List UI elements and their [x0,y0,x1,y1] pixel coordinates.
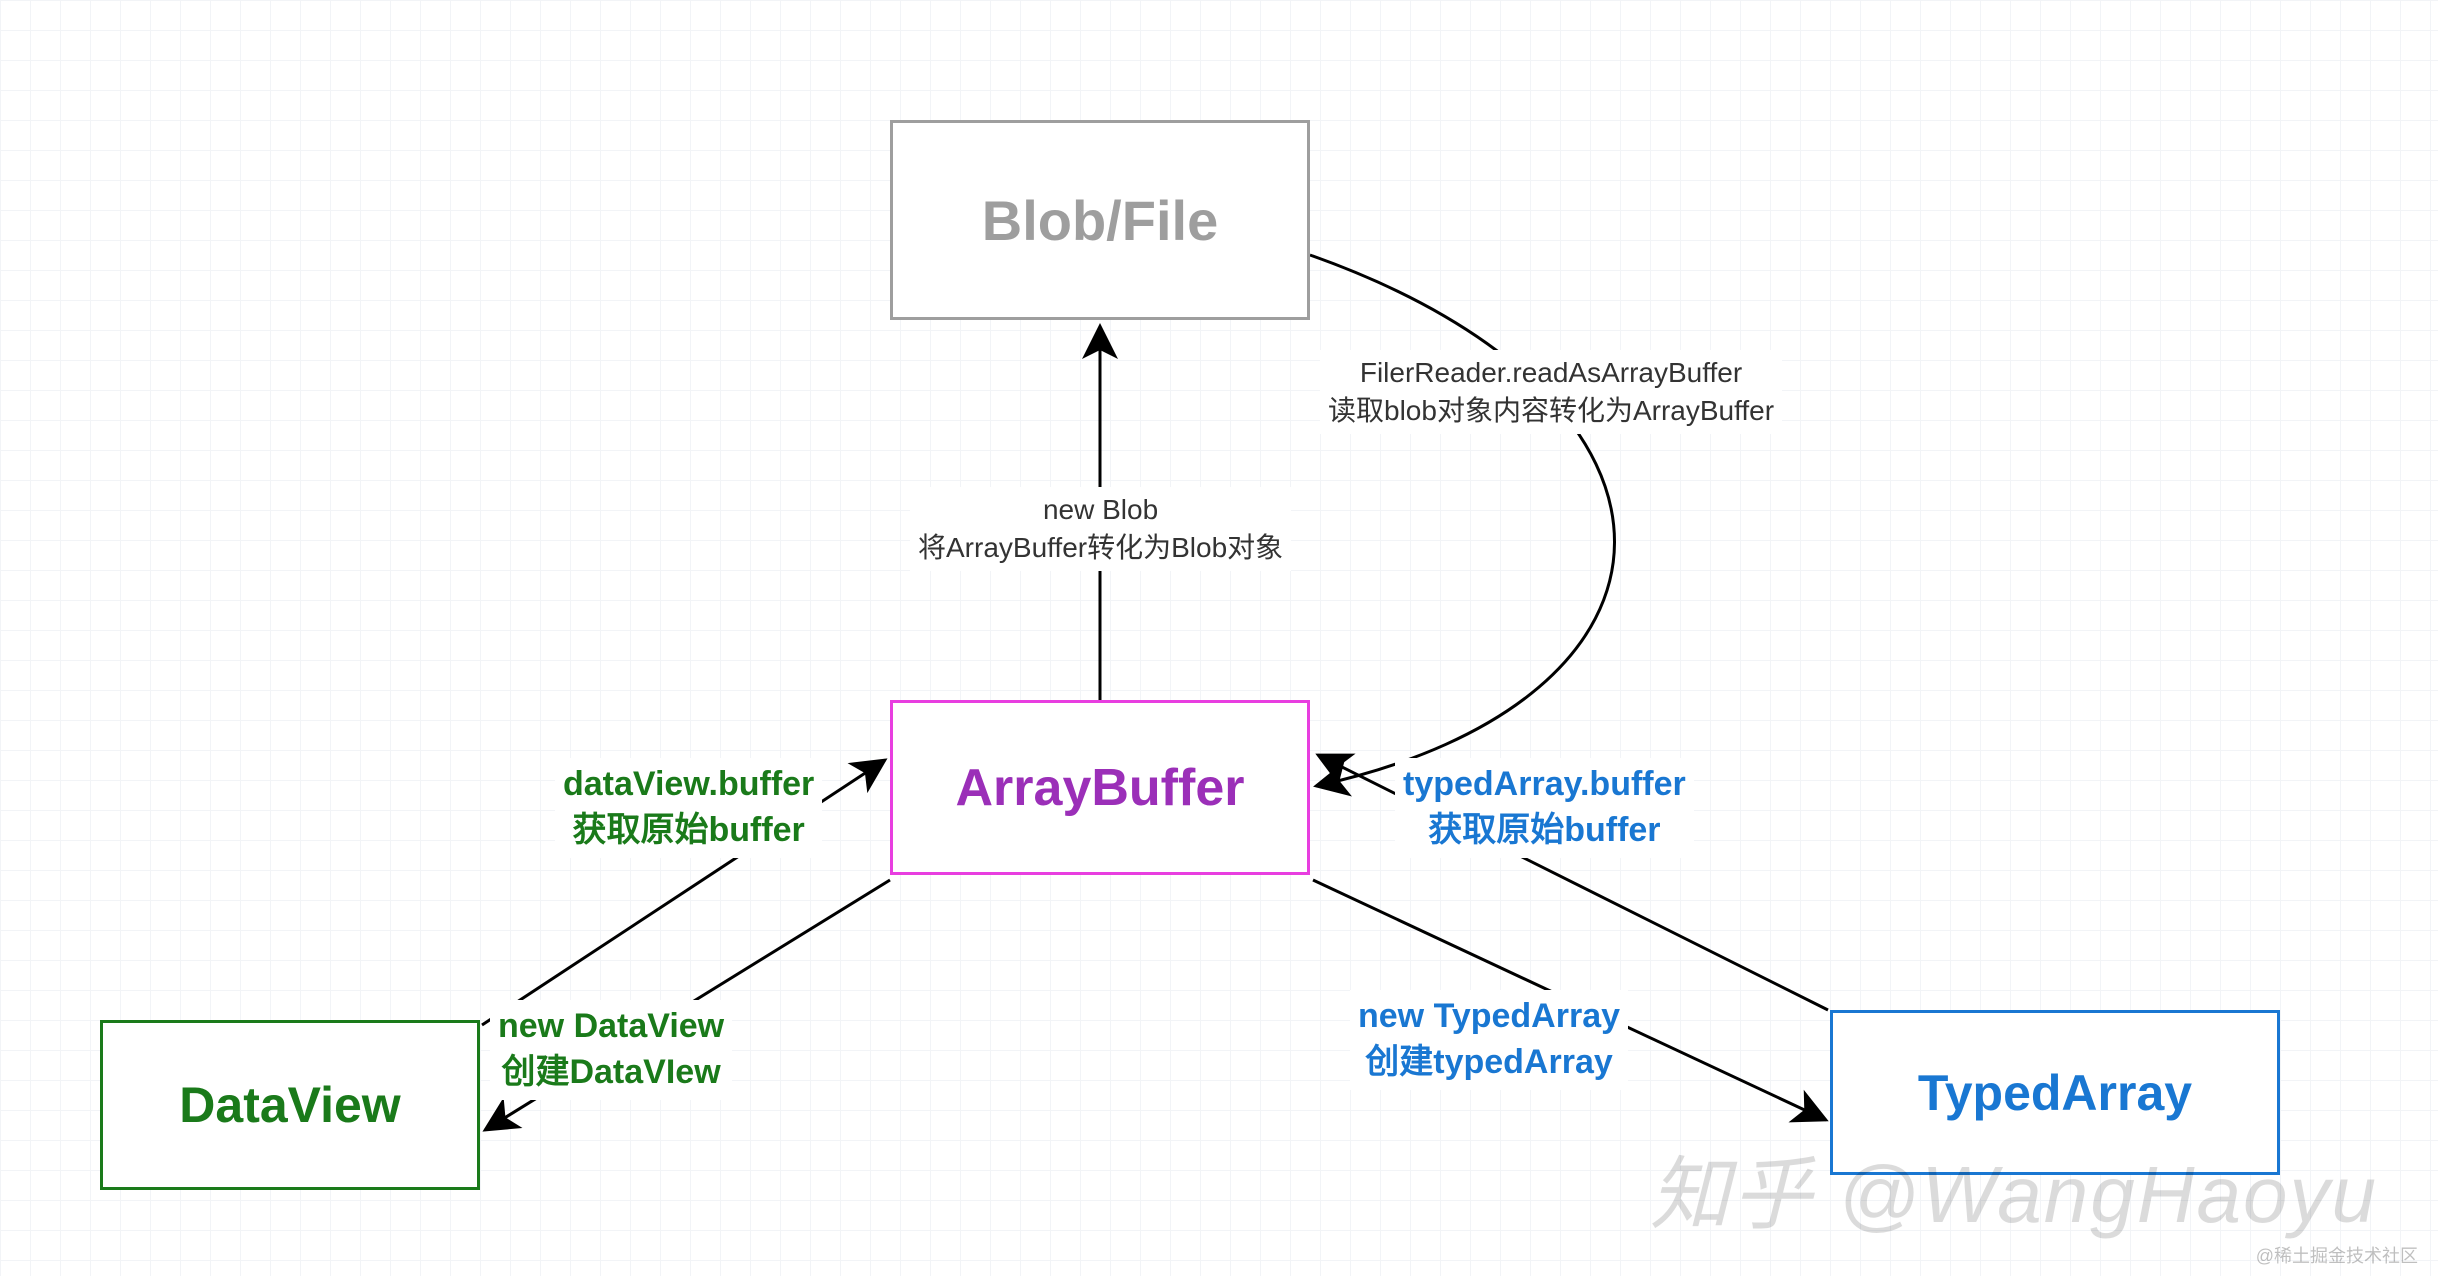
edge-text-line1: typedArray.buffer [1403,762,1686,808]
watermark-text: 知乎 @WangHaoyu [1650,1130,2378,1246]
node-label: TypedArray [1918,1064,2192,1122]
edge-text-line2: 创建DataVIew [498,1050,724,1096]
edge-text-line2: 获取原始buffer [563,808,814,854]
label-buffer-to-blob: new Blob 将ArrayBuffer转化为Blob对象 [910,487,1291,571]
label-dataview-to-buffer: dataView.buffer 获取原始buffer [555,758,822,858]
node-label: DataView [179,1076,400,1134]
label-buffer-to-typedarray: new TypedArray 创建typedArray [1350,990,1628,1090]
edge-text-line1: FilerReader.readAsArrayBuffer [1328,354,1774,392]
label-blob-to-buffer: FilerReader.readAsArrayBuffer 读取blob对象内容… [1320,350,1782,434]
edge-text-line1: new TypedArray [1358,994,1620,1040]
label-typedarray-to-buffer: typedArray.buffer 获取原始buffer [1395,758,1694,858]
node-label: Blob/File [982,188,1218,253]
watermark-small-text: @稀土掘金技术社区 [2256,1242,2418,1268]
edge-text-line2: 将ArrayBuffer转化为Blob对象 [918,529,1283,567]
node-dataview: DataView [100,1020,480,1190]
node-label: ArrayBuffer [956,758,1245,818]
node-arraybuffer: ArrayBuffer [890,700,1310,875]
edge-text-line2: 读取blob对象内容转化为ArrayBuffer [1328,392,1774,430]
edge-text-line1: new DataView [498,1004,724,1050]
edge-text-line2: 创建typedArray [1358,1040,1620,1086]
edge-text-line1: new Blob [918,491,1283,529]
edge-text-line1: dataView.buffer [563,762,814,808]
label-buffer-to-dataview: new DataView 创建DataVIew [490,1000,732,1100]
edge-text-line2: 获取原始buffer [1403,808,1686,854]
node-blob-file: Blob/File [890,120,1310,320]
